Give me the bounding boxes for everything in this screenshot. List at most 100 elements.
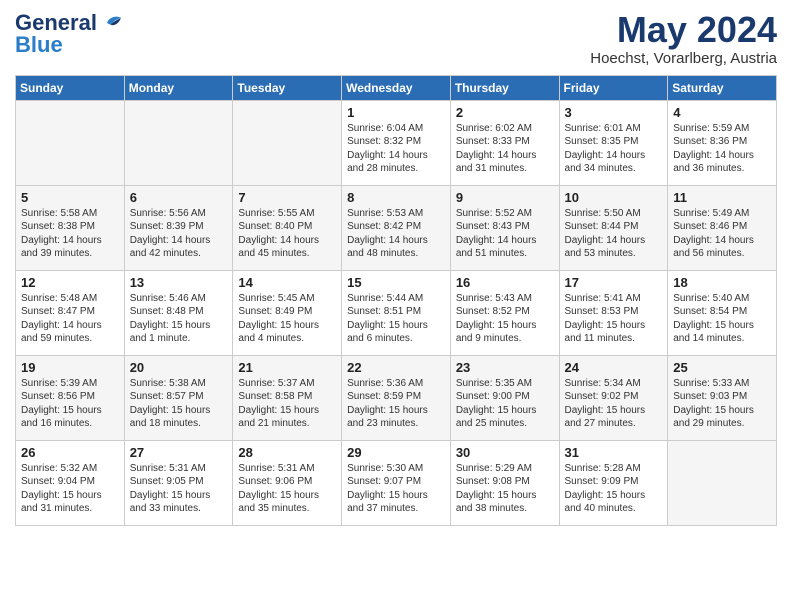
calendar-cell: 3 Sunrise: 6:01 AM Sunset: 8:35 PM Daylig… <box>559 100 668 185</box>
calendar-cell: 17Sunrise: 5:41 AM Sunset: 8:53 PM Dayli… <box>559 270 668 355</box>
calendar-cell <box>124 100 233 185</box>
day-number: 12 <box>21 275 119 290</box>
calendar-cell: 26Sunrise: 5:32 AM Sunset: 9:04 PM Dayli… <box>16 440 125 525</box>
day-info: Sunrise: 5:31 AM Sunset: 9:05 PM Dayligh… <box>130 462 228 516</box>
calendar-cell: 29 Sunrise: 5:30 AM Sunset: 9:07 PM Dayli… <box>342 440 451 525</box>
day-number: 19 <box>21 360 119 375</box>
day-number: 11 <box>673 190 771 205</box>
day-number: 14 <box>238 275 336 290</box>
day-number: 16 <box>456 275 554 290</box>
calendar-cell: 22 Sunrise: 5:36 AM Sunset: 8:59 PM Dayli… <box>342 355 451 440</box>
calendar-cell: 31 Sunrise: 5:28 AM Sunset: 9:09 PM Dayli… <box>559 440 668 525</box>
calendar-cell <box>16 100 125 185</box>
day-info: Sunrise: 5:39 AM Sunset: 8:56 PM Dayligh… <box>21 377 119 431</box>
day-info: Sunrise: 6:04 AM Sunset: 8:32 PM Dayligh… <box>347 122 445 176</box>
day-info: Sunrise: 5:43 AM Sunset: 8:52 PM Dayligh… <box>456 292 554 346</box>
calendar-cell: 15 Sunrise: 5:44 AM Sunset: 8:51 PM Dayli… <box>342 270 451 355</box>
calendar-cell: 2 Sunrise: 6:02 AM Sunset: 8:33 PM Daylig… <box>450 100 559 185</box>
day-info: Sunrise: 5:33 AM Sunset: 9:03 PM Dayligh… <box>673 377 771 431</box>
day-number: 31 <box>565 445 663 460</box>
day-info: Sunrise: 6:02 AM Sunset: 8:33 PM Dayligh… <box>456 122 554 176</box>
page-header: General Blue May 2024 Hoechst, Vorarlber… <box>15 10 777 67</box>
day-number: 18 <box>673 275 771 290</box>
day-number: 6 <box>130 190 228 205</box>
calendar-cell: 5Sunrise: 5:58 AM Sunset: 8:38 PM Daylig… <box>16 185 125 270</box>
page-container: General Blue May 2024 Hoechst, Vorarlber… <box>0 0 792 536</box>
day-number: 27 <box>130 445 228 460</box>
calendar-cell: 12 Sunrise: 5:48 AM Sunset: 8:47 PM Dayli… <box>16 270 125 355</box>
location-subtitle: Hoechst, Vorarlberg, Austria <box>590 50 777 67</box>
day-info: Sunrise: 5:53 AM Sunset: 8:42 PM Dayligh… <box>347 207 445 261</box>
calendar-cell: 30 Sunrise: 5:29 AM Sunset: 9:08 PM Dayli… <box>450 440 559 525</box>
calendar-table: SundayMondayTuesdayWednesdayThursdayFrid… <box>15 75 777 526</box>
day-number: 20 <box>130 360 228 375</box>
day-info: Sunrise: 5:40 AM Sunset: 8:54 PM Dayligh… <box>673 292 771 346</box>
day-info: Sunrise: 5:35 AM Sunset: 9:00 PM Dayligh… <box>456 377 554 431</box>
day-info: Sunrise: 5:41 AM Sunset: 8:53 PM Dayligh… <box>565 292 663 346</box>
calendar-cell: 8 Sunrise: 5:53 AM Sunset: 8:42 PM Daylig… <box>342 185 451 270</box>
day-info: Sunrise: 5:29 AM Sunset: 9:08 PM Dayligh… <box>456 462 554 516</box>
col-header-saturday: Saturday <box>668 75 777 100</box>
day-info: Sunrise: 5:58 AM Sunset: 8:38 PM Dayligh… <box>21 207 119 261</box>
day-number: 8 <box>347 190 445 205</box>
day-number: 10 <box>565 190 663 205</box>
day-number: 29 <box>347 445 445 460</box>
day-info: Sunrise: 5:50 AM Sunset: 8:44 PM Dayligh… <box>565 207 663 261</box>
day-info: Sunrise: 6:01 AM Sunset: 8:35 PM Dayligh… <box>565 122 663 176</box>
day-number: 15 <box>347 275 445 290</box>
day-number: 23 <box>456 360 554 375</box>
col-header-tuesday: Tuesday <box>233 75 342 100</box>
day-number: 22 <box>347 360 445 375</box>
calendar-cell: 6 Sunrise: 5:56 AM Sunset: 8:39 PM Daylig… <box>124 185 233 270</box>
day-number: 1 <box>347 105 445 120</box>
logo-bird-icon <box>99 13 121 33</box>
calendar-cell: 11 Sunrise: 5:49 AM Sunset: 8:46 PM Dayli… <box>668 185 777 270</box>
day-info: Sunrise: 5:48 AM Sunset: 8:47 PM Dayligh… <box>21 292 119 346</box>
calendar-cell: 13Sunrise: 5:46 AM Sunset: 8:48 PM Dayli… <box>124 270 233 355</box>
day-number: 28 <box>238 445 336 460</box>
col-header-wednesday: Wednesday <box>342 75 451 100</box>
day-number: 26 <box>21 445 119 460</box>
day-number: 4 <box>673 105 771 120</box>
day-number: 3 <box>565 105 663 120</box>
calendar-cell: 16 Sunrise: 5:43 AM Sunset: 8:52 PM Dayli… <box>450 270 559 355</box>
calendar-cell: 7Sunrise: 5:55 AM Sunset: 8:40 PM Daylig… <box>233 185 342 270</box>
logo: General Blue <box>15 10 121 58</box>
col-header-sunday: Sunday <box>16 75 125 100</box>
calendar-cell: 24 Sunrise: 5:34 AM Sunset: 9:02 PM Dayli… <box>559 355 668 440</box>
calendar-cell: 4Sunrise: 5:59 AM Sunset: 8:36 PM Daylig… <box>668 100 777 185</box>
calendar-cell: 14Sunrise: 5:45 AM Sunset: 8:49 PM Dayli… <box>233 270 342 355</box>
day-info: Sunrise: 5:28 AM Sunset: 9:09 PM Dayligh… <box>565 462 663 516</box>
month-title: May 2024 <box>590 10 777 50</box>
day-number: 30 <box>456 445 554 460</box>
col-header-monday: Monday <box>124 75 233 100</box>
day-info: Sunrise: 5:38 AM Sunset: 8:57 PM Dayligh… <box>130 377 228 431</box>
col-header-friday: Friday <box>559 75 668 100</box>
day-number: 24 <box>565 360 663 375</box>
calendar-cell: 28 Sunrise: 5:31 AM Sunset: 9:06 PM Dayli… <box>233 440 342 525</box>
day-info: Sunrise: 5:37 AM Sunset: 8:58 PM Dayligh… <box>238 377 336 431</box>
day-info: Sunrise: 5:46 AM Sunset: 8:48 PM Dayligh… <box>130 292 228 346</box>
day-info: Sunrise: 5:56 AM Sunset: 8:39 PM Dayligh… <box>130 207 228 261</box>
title-block: May 2024 Hoechst, Vorarlberg, Austria <box>590 10 777 67</box>
day-info: Sunrise: 5:36 AM Sunset: 8:59 PM Dayligh… <box>347 377 445 431</box>
day-info: Sunrise: 5:30 AM Sunset: 9:07 PM Dayligh… <box>347 462 445 516</box>
calendar-cell <box>233 100 342 185</box>
day-number: 7 <box>238 190 336 205</box>
calendar-cell: 19 Sunrise: 5:39 AM Sunset: 8:56 PM Dayli… <box>16 355 125 440</box>
calendar-cell: 10 Sunrise: 5:50 AM Sunset: 8:44 PM Dayli… <box>559 185 668 270</box>
calendar-cell: 9Sunrise: 5:52 AM Sunset: 8:43 PM Daylig… <box>450 185 559 270</box>
day-number: 21 <box>238 360 336 375</box>
calendar-cell: 27 Sunrise: 5:31 AM Sunset: 9:05 PM Dayli… <box>124 440 233 525</box>
calendar-cell: 18 Sunrise: 5:40 AM Sunset: 8:54 PM Dayli… <box>668 270 777 355</box>
day-number: 25 <box>673 360 771 375</box>
day-number: 2 <box>456 105 554 120</box>
day-info: Sunrise: 5:49 AM Sunset: 8:46 PM Dayligh… <box>673 207 771 261</box>
day-info: Sunrise: 5:44 AM Sunset: 8:51 PM Dayligh… <box>347 292 445 346</box>
day-info: Sunrise: 5:31 AM Sunset: 9:06 PM Dayligh… <box>238 462 336 516</box>
day-info: Sunrise: 5:34 AM Sunset: 9:02 PM Dayligh… <box>565 377 663 431</box>
calendar-cell: 1 Sunrise: 6:04 AM Sunset: 8:32 PM Daylig… <box>342 100 451 185</box>
calendar-cell <box>668 440 777 525</box>
logo-blue: Blue <box>15 32 63 58</box>
day-info: Sunrise: 5:52 AM Sunset: 8:43 PM Dayligh… <box>456 207 554 261</box>
